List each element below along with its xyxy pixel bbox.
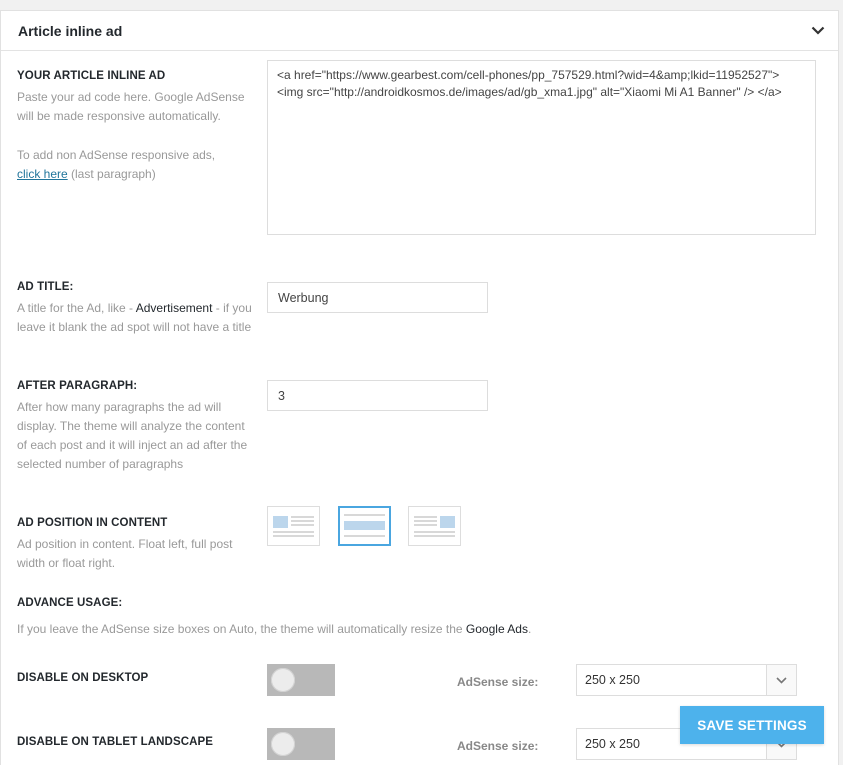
click-here-link[interactable]: click here <box>17 167 68 181</box>
chevron-down-icon[interactable] <box>808 21 828 41</box>
ad-title-input[interactable] <box>267 282 488 313</box>
after-paragraph-description: After how many paragraphs the ad will di… <box>17 400 248 471</box>
panel-header[interactable]: Article inline ad <box>1 11 838 51</box>
ad-position-description: Ad position in content. Float left, full… <box>17 537 233 570</box>
ad-title-label: AD TITLE: <box>17 281 74 293</box>
full-width-icon <box>344 514 385 537</box>
chevron-down-icon <box>766 665 796 695</box>
advance-usage-label: ADVANCE USAGE: <box>17 597 123 609</box>
ad-code-description: Paste your ad code here. Google AdSense … <box>17 90 245 123</box>
ad-position-label: AD POSITION IN CONTENT <box>17 517 168 529</box>
float-left-icon <box>273 516 314 537</box>
float-right-icon <box>414 516 455 537</box>
position-full-width-option[interactable] <box>338 506 391 546</box>
after-paragraph-input[interactable] <box>267 380 488 411</box>
ad-code-label: YOUR ARTICLE INLINE AD <box>17 70 166 82</box>
disable-desktop-toggle[interactable] <box>267 664 335 696</box>
disable-tablet-landscape-label: DISABLE ON TABLET LANDSCAPE <box>17 736 214 748</box>
position-float-right-option[interactable] <box>408 506 461 546</box>
desktop-adsense-size-select[interactable]: 250 x 250 <box>576 664 797 696</box>
ad-code-textarea[interactable]: <a href="https://www.gearbest.com/cell-p… <box>267 60 816 235</box>
after-paragraph-label: AFTER PARAGRAPH: <box>17 380 138 392</box>
ad-code-description-2: To add non AdSense responsive ads, click… <box>17 148 216 181</box>
ad-title-description: A title for the Ad, like - Advertisement… <box>17 301 252 334</box>
select-value: 250 x 250 <box>585 673 640 687</box>
toggle-knob <box>271 668 295 692</box>
toggle-knob <box>271 732 295 756</box>
adsense-size-label: AdSense size: <box>457 739 539 753</box>
adsense-size-label: AdSense size: <box>457 675 539 689</box>
panel-title: Article inline ad <box>18 22 123 39</box>
position-float-left-option[interactable] <box>267 506 320 546</box>
disable-tablet-landscape-toggle[interactable] <box>267 728 335 760</box>
advance-usage-description: If you leave the AdSense size boxes on A… <box>17 622 532 636</box>
save-settings-button[interactable]: SAVE SETTINGS <box>680 706 824 744</box>
disable-desktop-label: DISABLE ON DESKTOP <box>17 672 149 684</box>
